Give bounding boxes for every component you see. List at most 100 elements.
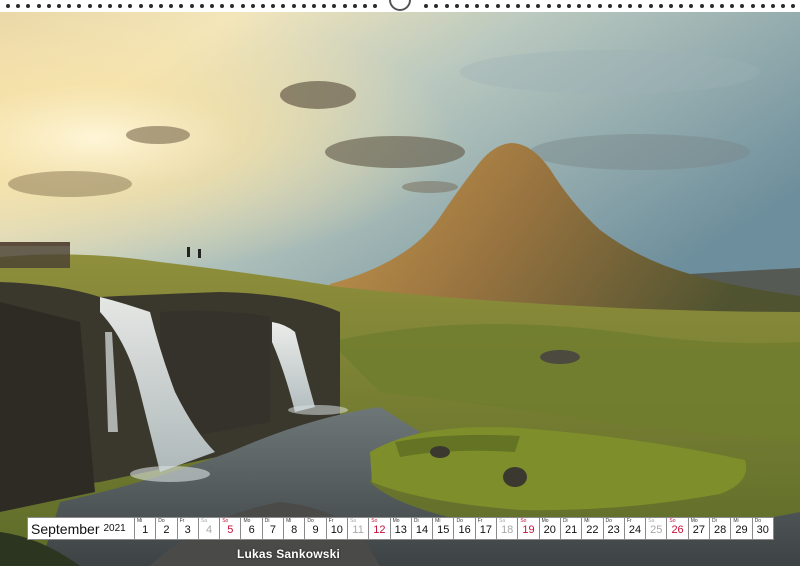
binding-hole: [618, 4, 622, 8]
binding-hole: [179, 4, 184, 8]
binding-hole: [536, 4, 541, 8]
day-number: 1: [142, 524, 149, 536]
day-number: 17: [479, 524, 493, 536]
day-cell: Fr 10: [326, 517, 348, 540]
day-number: 20: [543, 524, 556, 536]
day-number: 19: [522, 524, 535, 536]
binding-hole: [689, 4, 694, 8]
day-number: 12: [373, 524, 386, 536]
day-number: 25: [650, 524, 663, 536]
day-cell: Do 2: [156, 517, 178, 540]
day-number: 27: [692, 524, 705, 536]
binding-hole: [87, 4, 92, 8]
binding-hole: [444, 4, 449, 8]
day-cell: Sa 4: [198, 517, 221, 540]
day-number: 28: [714, 524, 727, 536]
binding-hole: [454, 4, 459, 8]
binding-hole: [46, 4, 51, 8]
binding-hole: [516, 4, 520, 8]
binding-hole: [77, 4, 82, 8]
binding-hole: [781, 4, 786, 8]
binding-hole: [740, 4, 745, 8]
day-number: 21: [564, 524, 578, 536]
binding-hole: [760, 4, 765, 8]
month-year: 2021: [103, 523, 126, 534]
binding-hole: [240, 4, 245, 8]
binding-hole: [771, 4, 775, 8]
day-cell: Mo 6: [241, 517, 263, 540]
binding-hole: [352, 4, 357, 8]
day-cell: Mi 15: [433, 517, 455, 540]
binding-hole: [199, 4, 204, 8]
binding-hole: [291, 4, 296, 8]
binding-hole: [465, 4, 469, 8]
day-number: 2: [163, 524, 170, 536]
binding-hole: [271, 4, 276, 8]
day-number: 30: [756, 524, 769, 536]
day-cell: Di 21: [560, 517, 583, 540]
day-number: 5: [227, 524, 234, 536]
hanger-ring: [389, 0, 411, 11]
binding-hole: [301, 4, 306, 8]
day-number: 9: [312, 524, 319, 536]
binding-hole: [6, 4, 10, 8]
binding-hole: [607, 4, 612, 8]
binding-hole: [36, 4, 41, 8]
day-cell: Do 9: [305, 517, 327, 540]
day-number: 13: [394, 524, 407, 536]
day-cell: Mo 27: [688, 517, 711, 540]
binding-hole: [108, 4, 112, 8]
day-cell: Do 16: [454, 517, 476, 540]
binding-hole: [730, 4, 735, 8]
binding-hole: [597, 4, 602, 8]
day-cell: Fr 17: [475, 517, 498, 540]
day-number: 26: [671, 524, 684, 536]
binding-hole: [332, 4, 337, 8]
day-cell: So 19: [518, 517, 540, 540]
month-label-box: September 2021: [27, 517, 135, 540]
binding-hole: [373, 4, 378, 8]
calendar-strip: September 2021 Mi 1 Do 2 Fr 3 Sa 4 So 5 Mo 6 Di 7 Mi 8 D…: [27, 517, 774, 540]
binding-hole: [220, 4, 225, 8]
day-number: 6: [248, 524, 255, 536]
binding-hole: [67, 4, 72, 8]
day-cell: Do 23: [603, 517, 625, 540]
binding-hole: [556, 4, 561, 8]
binding-hole: [128, 4, 133, 8]
day-cell: Fr 3: [177, 517, 199, 540]
day-cell: Mi 8: [284, 517, 306, 540]
binding-hole: [138, 4, 143, 8]
landscape-photo: [0, 12, 800, 566]
binding-hole: [169, 4, 174, 8]
day-number: 18: [501, 524, 514, 536]
day-number: 11: [352, 524, 364, 536]
day-cell: So 12: [369, 517, 391, 540]
day-cell: So 26: [667, 517, 689, 540]
binding-hole: [648, 4, 653, 8]
binding-hole: [159, 4, 163, 8]
binding-hole: [57, 4, 61, 8]
binding-hole: [363, 4, 367, 8]
day-cell: Di 14: [411, 517, 434, 540]
month-name: September: [31, 520, 100, 537]
day-number: 4: [205, 524, 213, 536]
day-cell: Di 7: [262, 517, 285, 540]
binding-hole: [485, 4, 490, 8]
day-cell: Mi 29: [731, 517, 753, 540]
day-cell: Mo 20: [539, 517, 561, 540]
binding-hole: [148, 4, 153, 8]
day-number: 3: [184, 524, 191, 536]
day-cell: Mo 13: [390, 517, 412, 540]
binding-hole: [791, 4, 796, 8]
binding-hole: [312, 4, 316, 8]
day-number: 23: [607, 524, 620, 536]
binding-hole: [26, 4, 31, 8]
photographer-credit: Lukas Sankowski: [237, 547, 341, 561]
day-cell: Di 28: [710, 517, 732, 540]
day-cell: Sa 18: [497, 517, 519, 540]
binding-hole: [669, 4, 673, 8]
day-number: 24: [628, 524, 642, 536]
day-number: 15: [437, 524, 450, 536]
binding-hole: [230, 4, 235, 8]
binding-hole: [261, 4, 265, 8]
